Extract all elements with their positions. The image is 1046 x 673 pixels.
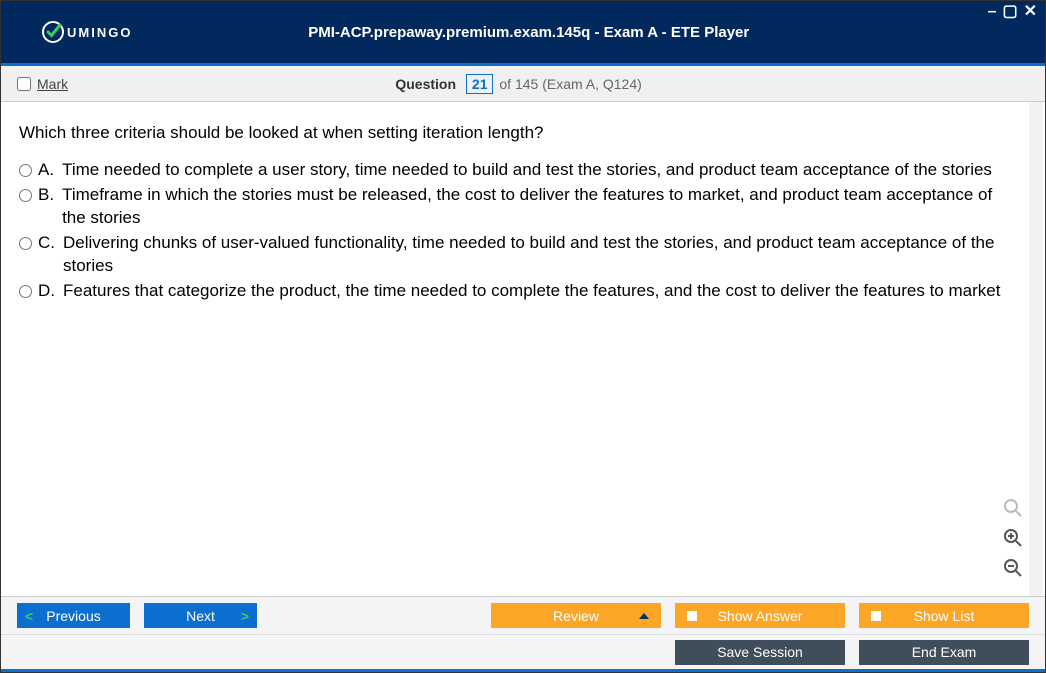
question-of-text: of 145 (Exam A, Q124) (499, 76, 641, 92)
option-c-letter: C. (38, 232, 55, 255)
option-b-letter: B. (38, 184, 54, 207)
stop-icon (871, 611, 881, 621)
window-controls: – ▢ ✕ (988, 5, 1037, 19)
chevron-left-icon: < (25, 608, 33, 624)
option-d[interactable]: D. Features that categorize the product,… (19, 280, 1019, 303)
option-b-text: Timeframe in which the stories must be r… (62, 184, 1019, 230)
review-button[interactable]: Review (491, 603, 661, 628)
previous-label: Previous (46, 608, 100, 624)
option-b[interactable]: B. Timeframe in which the stories must b… (19, 184, 1019, 230)
show-answer-label: Show Answer (718, 608, 803, 624)
app-window: UMINGO PMI-ACP.prepaway.premium.exam.145… (0, 0, 1046, 673)
nav-toolbar: < Previous Next > Review Show Answer Sho… (1, 596, 1045, 634)
end-exam-label: End Exam (912, 644, 977, 660)
option-d-radio[interactable] (19, 285, 32, 298)
next-button[interactable]: Next > (144, 603, 257, 628)
option-a-letter: A. (38, 159, 54, 182)
next-label: Next (186, 608, 215, 624)
show-answer-button[interactable]: Show Answer (675, 603, 845, 628)
show-list-button[interactable]: Show List (859, 603, 1029, 628)
option-d-text: Features that categorize the product, th… (63, 280, 1019, 303)
question-number: 21 (466, 74, 494, 94)
option-c[interactable]: C. Delivering chunks of user-valued func… (19, 232, 1019, 278)
checkmark-icon (41, 20, 65, 44)
mark-checkbox[interactable] (17, 77, 31, 91)
option-a-text: Time needed to complete a user story, ti… (62, 159, 1019, 182)
close-icon[interactable]: ✕ (1024, 5, 1037, 19)
review-label: Review (553, 608, 599, 624)
brand-logo: UMINGO (41, 20, 132, 44)
question-header: Mark Question 21 of 145 (Exam A, Q124) (1, 66, 1045, 102)
zoom-in-icon[interactable] (1001, 526, 1025, 550)
maximize-icon[interactable]: ▢ (1002, 5, 1017, 19)
question-label: Question (395, 76, 456, 92)
question-counter: Question 21 of 145 (Exam A, Q124) (68, 74, 969, 94)
option-a-radio[interactable] (19, 164, 32, 177)
option-d-letter: D. (38, 280, 55, 303)
mark-label[interactable]: Mark (37, 76, 68, 92)
show-list-label: Show List (914, 608, 975, 624)
mark-checkbox-wrap: Mark (17, 76, 68, 92)
save-session-label: Save Session (717, 644, 803, 660)
search-icon[interactable] (1001, 496, 1025, 520)
title-bar: UMINGO PMI-ACP.prepaway.premium.exam.145… (1, 1, 1045, 63)
save-session-button[interactable]: Save Session (675, 640, 845, 665)
option-c-text: Delivering chunks of user-valued functio… (63, 232, 1019, 278)
option-a[interactable]: A. Time needed to complete a user story,… (19, 159, 1019, 182)
option-b-radio[interactable] (19, 189, 32, 202)
triangle-up-icon (639, 613, 649, 619)
content-area: Which three criteria should be looked at… (1, 102, 1045, 596)
chevron-right-icon: > (241, 608, 249, 624)
content-scrollbar[interactable] (1029, 102, 1043, 596)
previous-button[interactable]: < Previous (17, 603, 130, 628)
zoom-controls (1001, 496, 1025, 580)
window-title: PMI-ACP.prepaway.premium.exam.145q - Exa… (132, 24, 1045, 41)
stop-icon (687, 611, 697, 621)
brand-text: UMINGO (67, 25, 132, 40)
end-exam-button[interactable]: End Exam (859, 640, 1029, 665)
question-text: Which three criteria should be looked at… (19, 122, 1019, 145)
option-c-radio[interactable] (19, 237, 32, 250)
zoom-out-icon[interactable] (1001, 556, 1025, 580)
minimize-icon[interactable]: – (988, 5, 997, 19)
session-toolbar: Save Session End Exam (1, 634, 1045, 672)
